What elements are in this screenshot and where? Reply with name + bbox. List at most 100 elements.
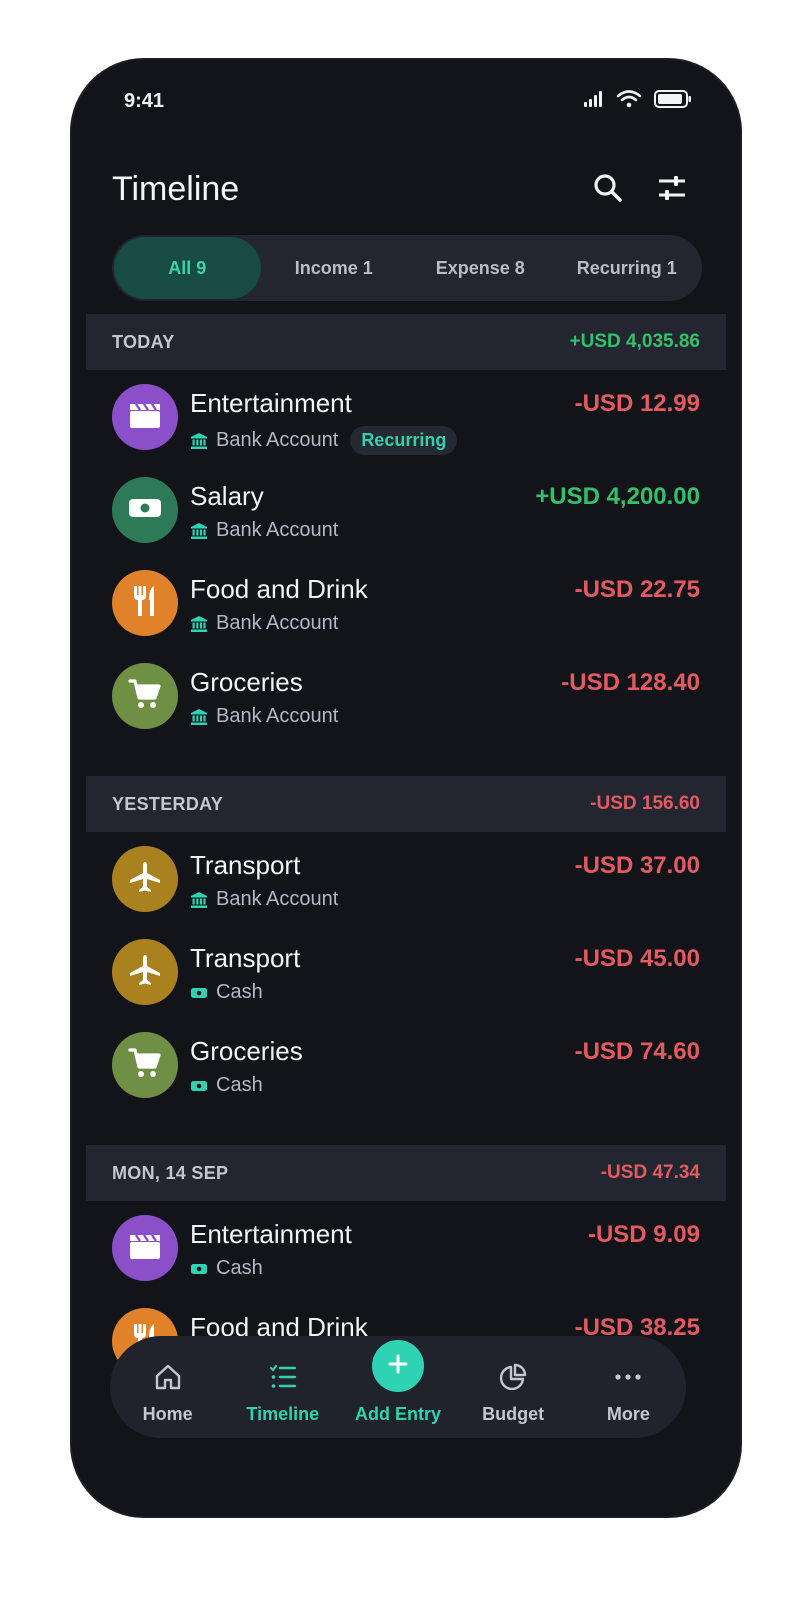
transaction-category: Groceries [190,667,303,697]
category-avatar [112,663,178,729]
section-title: MON, 14 SEP [112,1162,229,1183]
transaction-account-line: Bank Account [190,705,338,728]
battery-icon [654,90,692,108]
transaction-row[interactable]: Entertainment Bank Account Recurring -USD 1… [86,382,726,475]
section-total: +USD 4,035.86 [569,331,700,352]
plus-icon [387,1353,409,1380]
section-header-yesterday: YESTERDAY -USD 156.60 [86,776,726,832]
tab-expense[interactable]: Expense 8 [407,237,554,299]
recurring-badge: Recurring [350,426,458,455]
list-icon [268,1362,298,1392]
nav-more[interactable]: More [573,1336,683,1438]
airplane-icon [128,860,162,899]
airplane-icon [128,953,162,992]
nav-label: Home [142,1404,193,1424]
status-time: 9:41 [124,90,165,112]
page-title: Timeline [112,170,240,208]
transaction-account: Cash [216,1257,263,1279]
tab-income[interactable]: Income 1 [261,237,408,299]
bank-icon [190,891,208,909]
nav-label: More [606,1404,650,1424]
nav-label: Budget [482,1404,545,1424]
transaction-row[interactable]: Groceries Bank Account -USD 128.40 [86,661,726,754]
transaction-row[interactable]: Food and Drink Bank Account -USD 22.75 [86,568,726,661]
nav-label: Timeline [246,1404,320,1424]
transaction-amount: +USD 4,200.00 [535,483,700,510]
tab-recurring[interactable]: Recurring 1 [554,237,701,299]
status-icons [584,90,692,108]
transaction-account-line: Bank Account Recurring [190,426,458,455]
search-button[interactable] [586,168,630,212]
phone-screen: 9:41 Timeline All 9 Income 1 Expense 8 R… [72,60,740,1516]
category-avatar [112,570,178,636]
transaction-amount: -USD 12.99 [574,390,700,417]
section-total: -USD 47.34 [600,1162,700,1183]
transaction-account-line: Bank Account [190,888,338,911]
transaction-account-line: Bank Account [190,612,338,635]
category-avatar [112,384,178,450]
nav-timeline[interactable]: Timeline [228,1336,338,1438]
nav-label: Add Entry [354,1404,441,1424]
section-total: -USD 156.60 [590,793,700,814]
section-header-mon-14-sep: MON, 14 SEP -USD 47.34 [86,1145,726,1201]
wifi-icon [616,90,642,108]
cutlery-icon [130,584,160,623]
transaction-row[interactable]: Transport Bank Account -USD 37.00 [86,844,726,937]
cash-icon [190,1077,208,1095]
filter-button[interactable] [650,168,694,212]
bottom-nav: Home Timeline Add Entry Budget More [110,1336,686,1438]
bank-icon [190,522,208,540]
more-icon [613,1362,643,1392]
category-avatar [112,1215,178,1281]
transaction-category: Transport [190,943,301,973]
transaction-category: Food and Drink [190,574,368,604]
transaction-category: Transport [190,850,301,880]
cart-icon [128,678,162,715]
category-avatar [112,477,178,543]
cash-icon [190,984,208,1002]
transaction-account-line: Cash [190,1074,263,1097]
transaction-account: Bank Account [216,429,339,451]
nav-home[interactable]: Home [113,1336,223,1438]
section-title: TODAY [112,331,175,352]
transaction-amount: -USD 37.00 [574,852,700,879]
filter-tabs: All 9 Income 1 Expense 8 Recurring 1 [112,235,702,301]
transaction-account-line: Cash [190,1257,263,1280]
transaction-amount: -USD 9.09 [587,1221,700,1248]
transaction-row[interactable]: Salary Bank Account +USD 4,200.00 [86,475,726,568]
transaction-account: Bank Account [216,888,339,910]
nav-budget[interactable]: Budget [458,1336,568,1438]
transaction-category: Entertainment [190,1219,352,1249]
transaction-amount: -USD 22.75 [574,576,700,603]
add-entry-fab[interactable] [371,1340,424,1392]
transaction-category: Salary [190,481,264,511]
transaction-account: Cash [216,981,263,1003]
nav-add-entry[interactable]: Add Entry [343,1336,453,1438]
transaction-account-line: Bank Account [190,519,338,542]
transaction-category: Groceries [190,1036,303,1066]
transaction-row[interactable]: Groceries Cash -USD 74.60 [86,1030,726,1123]
transaction-account-line: Cash [190,981,263,1004]
transaction-amount: -USD 74.60 [574,1038,700,1065]
clapperboard-icon [128,400,162,435]
bank-icon [190,708,208,726]
cash-icon [128,496,162,525]
search-icon [592,172,624,209]
transaction-account: Cash [216,1074,263,1096]
transaction-list: TODAY +USD 4,035.86 Entertainment Bank Acco… [86,314,726,1421]
section-header-today: TODAY +USD 4,035.86 [86,314,726,370]
clapperboard-icon [128,1231,162,1266]
tab-all[interactable]: All 9 [114,237,261,299]
transaction-account: Bank Account [216,519,339,541]
category-avatar [112,939,178,1005]
signal-icon [584,91,604,107]
cash-icon [190,1260,208,1278]
category-avatar [112,1032,178,1098]
transaction-amount: -USD 128.40 [561,669,700,696]
bank-icon [190,615,208,633]
transaction-row[interactable]: Entertainment Cash -USD 9.09 [86,1213,726,1306]
bank-icon [190,432,208,450]
transaction-row[interactable]: Transport Cash -USD 45.00 [86,937,726,1030]
section-title: YESTERDAY [112,793,224,814]
transaction-account: Bank Account [216,705,339,727]
